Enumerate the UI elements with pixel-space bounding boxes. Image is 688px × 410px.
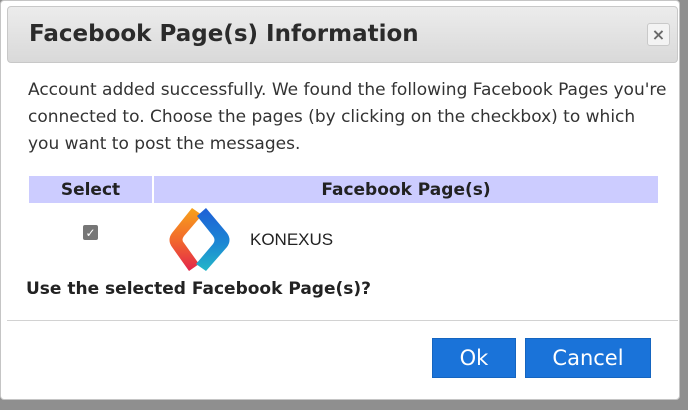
page-select-checkbox[interactable]: ✓: [83, 225, 98, 240]
column-header-select: Select: [29, 176, 152, 203]
dialog-titlebar[interactable]: Facebook Page(s) Information ×: [7, 6, 678, 63]
ok-button[interactable]: Ok: [432, 338, 516, 378]
confirmation-question: Use the selected Facebook Page(s)?: [26, 279, 372, 299]
facebook-pages-dialog: Facebook Page(s) Information × Account a…: [0, 0, 680, 400]
cancel-button[interactable]: Cancel: [525, 338, 651, 378]
konexus-logo-icon: [169, 208, 230, 271]
page-name: KONEXUS: [250, 230, 334, 249]
close-icon[interactable]: ×: [647, 23, 670, 46]
dialog-title: Facebook Page(s) Information: [29, 21, 419, 47]
table-row: ✓ KONEXUS: [29, 205, 658, 275]
page-cell: KONEXUS: [154, 205, 658, 275]
table-header-row: Select Facebook Page(s): [29, 176, 658, 203]
page-entry: KONEXUS: [154, 205, 658, 275]
select-cell: ✓: [29, 205, 152, 275]
column-header-pages: Facebook Page(s): [154, 176, 658, 203]
dialog-message: Account added successfully. We found the…: [28, 80, 667, 154]
footer-divider: [7, 320, 678, 321]
facebook-pages-table: Select Facebook Page(s) ✓ KONEXUS: [27, 174, 660, 277]
